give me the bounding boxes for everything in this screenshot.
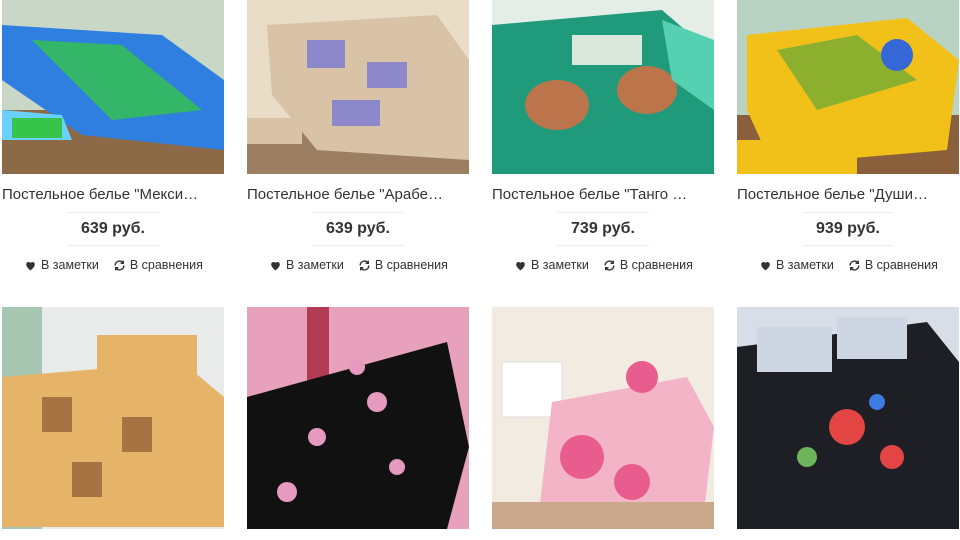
add-to-notes-button[interactable]: В заметки — [759, 258, 834, 272]
heart-icon — [271, 261, 280, 270]
heart-icon — [761, 261, 770, 270]
refresh-icon — [359, 259, 370, 271]
product-price: 639 руб. — [67, 212, 159, 246]
product-title[interactable]: Постельное белье "Мекси… — [2, 186, 238, 203]
refresh-icon — [604, 259, 615, 271]
add-to-notes-button[interactable]: В заметки — [514, 258, 589, 272]
product-image[interactable] — [247, 307, 469, 529]
heart-icon — [516, 261, 525, 270]
refresh-icon — [114, 259, 125, 271]
compare-label: В сравнения — [129, 258, 203, 272]
notes-label: В заметки — [531, 258, 589, 272]
product-price: 739 руб. — [557, 212, 649, 246]
product-title[interactable]: Постельное белье "Души… — [737, 186, 960, 203]
product-image[interactable] — [492, 0, 714, 174]
refresh-icon — [849, 259, 860, 271]
product-price: 639 руб. — [312, 212, 404, 246]
notes-label: В заметки — [286, 258, 344, 272]
add-to-notes-button[interactable]: В заметки — [269, 258, 344, 272]
compare-label: В сравнения — [374, 258, 448, 272]
product-image[interactable] — [737, 0, 959, 174]
product-title[interactable]: Постельное белье "Танго … — [492, 186, 728, 203]
compare-label: В сравнения — [619, 258, 693, 272]
product-image[interactable] — [2, 307, 224, 529]
add-to-compare-button[interactable]: В сравнения — [358, 258, 448, 272]
product-price: 939 руб. — [802, 212, 894, 246]
notes-label: В заметки — [41, 258, 99, 272]
product-title[interactable]: Постельное белье "Арабе… — [247, 186, 483, 203]
add-to-compare-button[interactable]: В сравнения — [603, 258, 693, 272]
compare-label: В сравнения — [864, 258, 938, 272]
product-image[interactable] — [2, 0, 224, 174]
add-to-compare-button[interactable]: В сравнения — [848, 258, 938, 272]
add-to-compare-button[interactable]: В сравнения — [113, 258, 203, 272]
heart-icon — [26, 261, 35, 270]
product-image[interactable] — [737, 307, 959, 529]
add-to-notes-button[interactable]: В заметки — [24, 258, 99, 272]
notes-label: В заметки — [776, 258, 834, 272]
product-image[interactable] — [492, 307, 714, 529]
product-image[interactable] — [247, 0, 469, 174]
